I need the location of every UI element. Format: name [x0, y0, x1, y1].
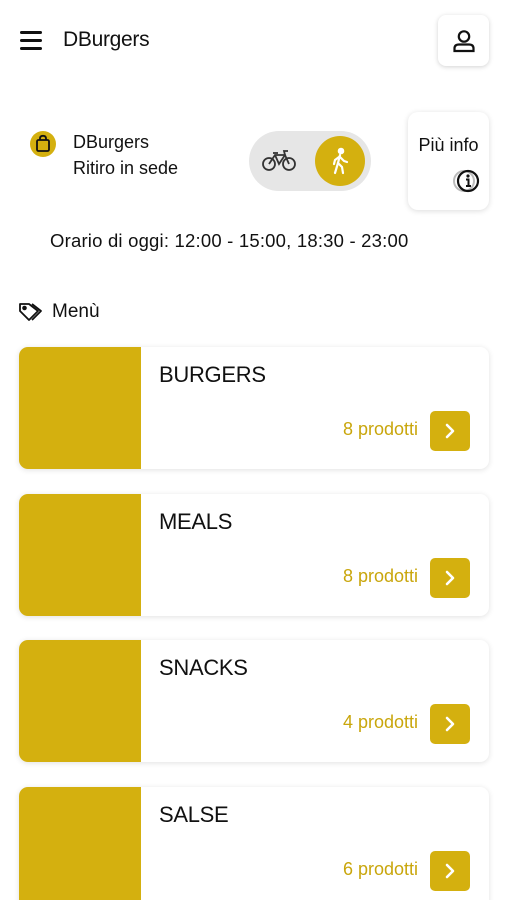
menu-heading-label: Menù [52, 301, 100, 322]
app-title: DBurgers [63, 28, 150, 51]
category-name: SALSE [159, 802, 229, 827]
category-card-meals[interactable]: MEALS 8 prodotti [19, 494, 489, 616]
bicycle-icon[interactable] [261, 148, 297, 174]
category-name: MEALS [159, 509, 233, 534]
user-icon [452, 29, 475, 52]
store-name: DBurgers [73, 132, 150, 152]
hamburger-menu-icon[interactable] [18, 27, 44, 53]
more-info-button[interactable]: Più info [408, 112, 489, 210]
category-open-button[interactable] [430, 704, 470, 744]
category-image [19, 640, 141, 762]
tag-icon [19, 303, 42, 321]
category-product-count: 8 prodotti [342, 419, 418, 439]
store-mode: Ritiro in sede [73, 158, 179, 178]
more-info-label: Più info [418, 135, 479, 155]
category-card-snacks[interactable]: SNACKS 4 prodotti [19, 640, 489, 762]
delivery-mode-toggle[interactable] [249, 131, 371, 191]
category-name: SNACKS [159, 655, 248, 680]
category-open-button[interactable] [430, 851, 470, 891]
chevron-right-icon [445, 716, 455, 732]
opening-hours: Orario di oggi: 12:00 - 15:00, 18:30 - 2… [50, 230, 409, 251]
chevron-right-icon [445, 423, 455, 439]
chevron-right-icon [445, 863, 455, 879]
category-product-count: 4 prodotti [342, 712, 418, 732]
user-profile-button[interactable] [438, 15, 489, 66]
category-image [19, 787, 141, 900]
category-image [19, 494, 141, 616]
category-image [19, 347, 141, 469]
chevron-right-icon [445, 570, 455, 586]
category-product-count: 6 prodotti [342, 859, 418, 879]
app-header: DBurgers [0, 0, 507, 80]
category-card-salse[interactable]: SALSE 6 prodotti [19, 787, 489, 900]
info-icon [453, 169, 480, 193]
walking-person-icon[interactable] [315, 136, 365, 186]
category-open-button[interactable] [430, 411, 470, 451]
category-open-button[interactable] [430, 558, 470, 598]
category-name: BURGERS [159, 362, 266, 387]
category-product-count: 8 prodotti [342, 566, 418, 586]
category-card-burgers[interactable]: BURGERS 8 prodotti [19, 347, 489, 469]
shopping-bag-icon [30, 131, 56, 157]
menu-heading: Menù [18, 300, 100, 324]
